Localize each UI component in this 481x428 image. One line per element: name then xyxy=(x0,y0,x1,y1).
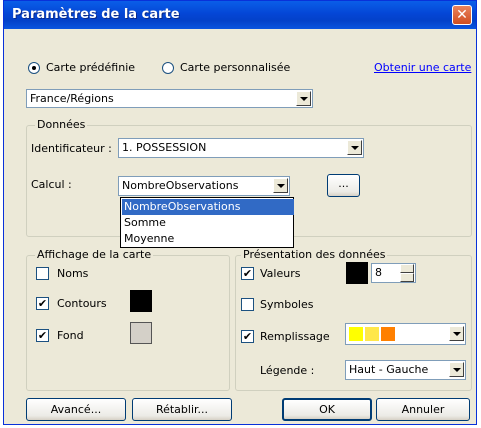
calcul-option-somme[interactable]: Somme xyxy=(122,215,294,231)
calcul-browse-button[interactable]: ... xyxy=(327,174,360,197)
dialog-title: Paramètres de la carte xyxy=(12,7,180,22)
valeurs-size-value: 8 xyxy=(375,266,382,279)
calcul-dropdown-list: NombreObservations Somme Moyenne xyxy=(120,197,294,248)
map-select-value: France/Régions xyxy=(30,92,114,105)
valeurs-color-swatch[interactable] xyxy=(346,262,368,284)
spin-down-icon[interactable] xyxy=(400,273,414,282)
identifier-select-value: 1. POSSESSION xyxy=(122,141,207,154)
donnees-group-label: Données xyxy=(35,118,88,131)
contours-label: Contours xyxy=(57,297,107,310)
close-button[interactable]: ✕ xyxy=(452,5,472,25)
check-mark-icon: ✔ xyxy=(242,267,253,280)
ok-button[interactable]: OK xyxy=(282,398,372,421)
legende-select[interactable]: Haut - Gauche xyxy=(345,360,466,380)
fond-color-swatch[interactable] xyxy=(130,322,152,344)
symboles-checkbox[interactable] xyxy=(241,298,254,311)
radio-selected-dot xyxy=(32,66,36,70)
calcul-label: Calcul : xyxy=(31,178,72,191)
contours-checkbox[interactable]: ✔ xyxy=(36,297,49,310)
radio-custom-map[interactable] xyxy=(162,62,174,74)
identifier-label: Identificateur : xyxy=(31,142,112,155)
radio-custom-label[interactable]: Carte personnalisée xyxy=(180,61,290,74)
check-mark-icon: ✔ xyxy=(37,297,48,310)
palette-color-2 xyxy=(365,327,379,341)
spin-up-icon[interactable] xyxy=(400,264,414,273)
chevron-down-icon[interactable] xyxy=(347,140,362,155)
fond-checkbox[interactable]: ✔ xyxy=(36,329,49,342)
fond-label: Fond xyxy=(57,329,84,342)
radio-predefined-map[interactable] xyxy=(28,62,40,74)
advanced-button[interactable]: Avancé... xyxy=(26,398,126,421)
palette-color-3 xyxy=(381,327,395,341)
valeurs-size-spinner[interactable]: 8 xyxy=(371,263,416,283)
check-mark-icon: ✔ xyxy=(242,330,253,343)
reset-button[interactable]: Rétablir... xyxy=(132,398,232,421)
chevron-down-icon[interactable] xyxy=(296,91,311,106)
calcul-select-value: NombreObservations xyxy=(122,179,239,192)
legende-label: Légende : xyxy=(260,364,315,377)
calcul-select[interactable]: NombreObservations xyxy=(118,176,290,196)
valeurs-checkbox[interactable]: ✔ xyxy=(241,267,254,280)
noms-label: Noms xyxy=(57,267,89,280)
palette-color-1 xyxy=(349,327,363,341)
cancel-button[interactable]: Annuler xyxy=(376,398,470,421)
get-map-link[interactable]: Obtenir une carte xyxy=(374,61,471,74)
close-icon: ✕ xyxy=(456,7,468,23)
chevron-down-icon[interactable] xyxy=(273,178,288,193)
check-mark-icon: ✔ xyxy=(37,329,48,342)
map-select[interactable]: France/Régions xyxy=(26,89,313,108)
contours-color-swatch[interactable] xyxy=(130,290,152,312)
identifier-select[interactable]: 1. POSSESSION xyxy=(118,138,364,158)
map-settings-dialog: Paramètres de la carte ✕ Carte prédéfini… xyxy=(3,0,477,425)
presentation-group-label: Présentation des données xyxy=(241,248,388,261)
remplissage-label: Remplissage xyxy=(260,330,330,343)
title-bar: Paramètres de la carte ✕ xyxy=(4,1,476,29)
calcul-option-moyenne[interactable]: Moyenne xyxy=(122,231,294,247)
calcul-option-nombre[interactable]: NombreObservations xyxy=(122,199,294,215)
radio-predefined-label[interactable]: Carte prédéfinie xyxy=(46,61,135,74)
remplissage-checkbox[interactable]: ✔ xyxy=(241,330,254,343)
legende-select-value: Haut - Gauche xyxy=(349,363,429,376)
valeurs-label: Valeurs xyxy=(260,267,301,280)
symboles-label: Symboles xyxy=(260,298,314,311)
remplissage-palette-select[interactable] xyxy=(345,323,466,345)
chevron-down-icon[interactable] xyxy=(449,362,464,377)
noms-checkbox[interactable] xyxy=(36,267,49,280)
affichage-group-label: Affichage de la carte xyxy=(35,248,154,261)
chevron-down-icon[interactable] xyxy=(449,326,464,341)
